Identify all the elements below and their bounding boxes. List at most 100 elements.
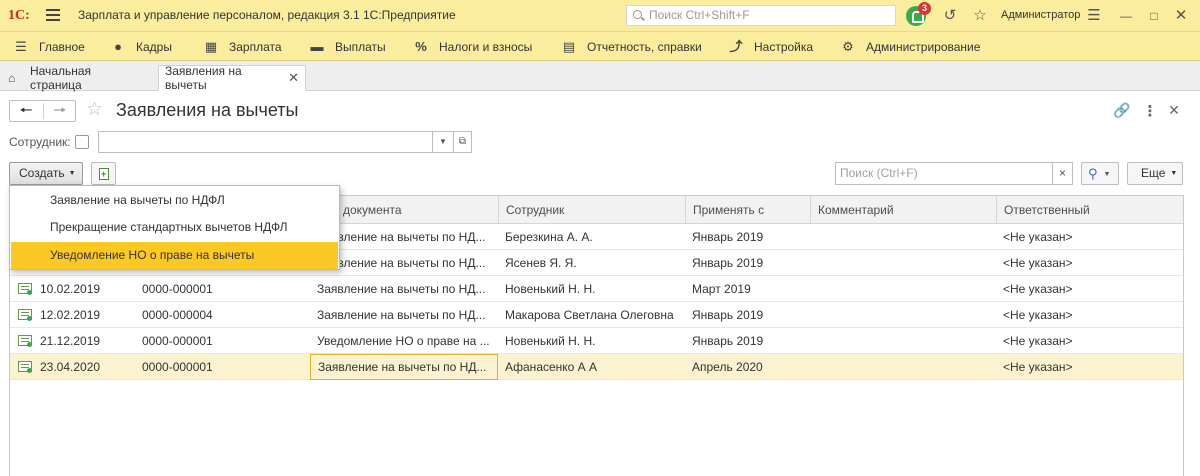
add-to-favorites-icon[interactable]: ☆ bbox=[86, 99, 103, 121]
people-icon: ● bbox=[114, 38, 122, 54]
column-header-label: документа bbox=[343, 203, 402, 217]
employee-dropdown-icon[interactable]: ▼ bbox=[432, 131, 454, 153]
menu-item-tax-office-notification[interactable]: Уведомление НО о праве на вычеты bbox=[11, 242, 338, 269]
employee-filter-checkbox[interactable] bbox=[75, 135, 89, 149]
minimize-icon[interactable]: — bbox=[1117, 7, 1135, 25]
cell-apply-from: Январь 2019 bbox=[692, 334, 764, 348]
copy-button[interactable]: + bbox=[91, 162, 116, 185]
create-dropdown-menu: Заявление на вычеты по НДФЛ Прекращение … bbox=[9, 185, 340, 270]
menu-item-stop-standard-deductions[interactable]: Прекращение стандартных вычетов НДФЛ bbox=[11, 214, 338, 241]
cell-responsible: <Не указан> bbox=[1003, 308, 1073, 322]
menu-item-admin[interactable]: ⚙ Администрирование bbox=[840, 32, 980, 61]
employee-open-icon[interactable]: ⧉ bbox=[453, 131, 472, 153]
tab-home[interactable]: ⌂ Начальная страница bbox=[2, 64, 152, 92]
sections-menu-bar: ☰ Главное ● Кадры ▦ Зарплата ▬ Выплаты %… bbox=[0, 32, 1200, 61]
cell-doc-type: Заявление на вычеты по НД... bbox=[317, 308, 486, 322]
cell-comment bbox=[810, 302, 996, 328]
tab-deduction-applications[interactable]: Заявления на вычеты ✕ bbox=[158, 64, 306, 92]
favorites-star-icon[interactable]: ☆ bbox=[971, 7, 989, 25]
app-title: Зарплата и управление персоналом, редакц… bbox=[78, 8, 456, 22]
cell-number: 0000-000001 bbox=[142, 360, 213, 374]
open-windows-tabs: ⌂ Начальная страница Заявления на вычеты… bbox=[0, 61, 1200, 92]
menu-item-label: Зарплата bbox=[229, 39, 282, 54]
employee-filter-label: Сотрудник: bbox=[9, 135, 71, 149]
wrench-icon: ⤴ bbox=[729, 38, 743, 54]
column-header-apply-from[interactable]: Применять с bbox=[685, 196, 810, 224]
gear-icon: ⚙ bbox=[842, 38, 854, 54]
menu-item-label: Главное bbox=[39, 39, 85, 54]
table-row-selected[interactable]: 23.04.2020 0000-000001 Заявление на выче… bbox=[10, 354, 1183, 380]
table-row[interactable]: 12.02.2019 0000-000004 Заявление на выче… bbox=[10, 302, 1183, 328]
menu-item-taxes[interactable]: % Налоги и взносы bbox=[413, 32, 532, 61]
more-button[interactable]: Еще ▼ bbox=[1127, 162, 1183, 185]
search-icon: ⚲ bbox=[1088, 166, 1098, 181]
cell-responsible: <Не указан> bbox=[1003, 282, 1073, 296]
close-tab-icon[interactable]: ✕ bbox=[288, 70, 299, 86]
employee-filter-input[interactable] bbox=[98, 131, 453, 153]
back-arrow-icon[interactable]: 🠔 bbox=[10, 102, 42, 120]
menu-item-salary[interactable]: ▦ Зарплата bbox=[203, 32, 282, 61]
table-row[interactable]: 10.02.2019 0000-000001 Заявление на выче… bbox=[10, 276, 1183, 302]
history-navigation: 🠔 🠖 bbox=[9, 100, 76, 122]
cell-date: 21.12.2019 bbox=[40, 334, 101, 348]
column-header-responsible[interactable]: Ответственный bbox=[996, 196, 1183, 224]
cell-date: 10.02.2019 bbox=[40, 282, 101, 296]
menu-item-staff[interactable]: ● Кадры bbox=[110, 32, 172, 61]
menu-item-label: Налоги и взносы bbox=[439, 39, 533, 54]
menu-item-label: Администрирование bbox=[866, 39, 981, 54]
cell-doc-type-focused[interactable]: Заявление на вычеты по НД... bbox=[310, 354, 498, 380]
maximize-icon[interactable]: □ bbox=[1145, 7, 1163, 25]
chevron-down-icon: ▼ bbox=[68, 170, 76, 177]
menu-item-settings[interactable]: ⤴ Настройка bbox=[728, 32, 813, 61]
plus-icon: + bbox=[101, 169, 107, 179]
cell-number: 0000-000001 bbox=[142, 282, 213, 296]
wallet-icon: ▬ bbox=[310, 38, 324, 54]
table-row[interactable]: 21.12.2019 0000-000001 Уведомление НО о … bbox=[10, 328, 1183, 354]
title-bar: 1С: Зарплата и управление персоналом, ре… bbox=[0, 0, 1200, 32]
menu-item-label: Выплаты bbox=[335, 39, 386, 54]
list-search-input[interactable]: Поиск (Ctrl+F) bbox=[835, 162, 1053, 185]
cell-employee: Новенький Н. Н. bbox=[505, 334, 596, 348]
search-button[interactable]: ⚲ ▼ bbox=[1081, 162, 1119, 185]
clear-search-icon[interactable]: × bbox=[1052, 162, 1073, 185]
history-icon[interactable]: ↺ bbox=[941, 7, 959, 25]
create-button-label: Создать bbox=[19, 166, 65, 180]
more-button-label: Еще bbox=[1141, 166, 1166, 180]
reports-icon: ▤ bbox=[562, 38, 576, 54]
menu-item-reports[interactable]: ▤ Отчетность, справки bbox=[561, 32, 702, 61]
cell-doc-type: Заявление на вычеты по НД... bbox=[317, 282, 486, 296]
close-window-icon[interactable]: ✕ bbox=[1172, 7, 1190, 25]
cell-apply-from: Январь 2019 bbox=[692, 256, 764, 270]
menu-item-main[interactable]: ☰ Главное bbox=[13, 32, 85, 61]
cell-employee: Афанасенко А А bbox=[505, 360, 598, 374]
cell-comment bbox=[810, 276, 996, 302]
cell-apply-from: Январь 2019 bbox=[692, 230, 764, 244]
user-name[interactable]: Администратор bbox=[1001, 9, 1080, 21]
cell-employee: Новенький Н. Н. bbox=[505, 282, 596, 296]
more-actions-icon[interactable]: ⋮ bbox=[1142, 102, 1158, 120]
cell-responsible: <Не указан> bbox=[1003, 360, 1073, 374]
chevron-down-icon: ▼ bbox=[1103, 171, 1111, 178]
app-logo: 1С: bbox=[8, 8, 30, 23]
cell-apply-from: Март 2019 bbox=[692, 282, 751, 296]
settings-menu-icon[interactable]: ☰ bbox=[1085, 7, 1103, 25]
page-title: Заявления на вычеты bbox=[116, 100, 299, 120]
cell-doc-type: Уведомление НО о праве на ... bbox=[317, 334, 490, 348]
create-button[interactable]: Создать ▼ bbox=[9, 162, 83, 185]
column-header-comment[interactable]: Комментарий bbox=[810, 196, 996, 224]
column-header-employee[interactable]: Сотрудник bbox=[498, 196, 685, 224]
menu-item-label: Настройка bbox=[754, 39, 814, 54]
global-search-input[interactable]: Поиск Ctrl+Shift+F bbox=[626, 5, 896, 26]
global-search-placeholder: Поиск Ctrl+Shift+F bbox=[649, 8, 750, 22]
close-form-icon[interactable]: ✕ bbox=[1166, 102, 1182, 119]
cell-employee: Березкина А. А. bbox=[505, 230, 593, 244]
cell-apply-from: Январь 2019 bbox=[692, 308, 764, 322]
link-icon[interactable]: 🔗 bbox=[1113, 102, 1130, 119]
menu-item-payments[interactable]: ▬ Выплаты bbox=[309, 32, 386, 61]
menu-item-ndfl-deduction-application[interactable]: Заявление на вычеты по НДФЛ bbox=[11, 187, 338, 214]
cell-number: 0000-000001 bbox=[142, 334, 213, 348]
cell-comment bbox=[810, 224, 996, 250]
hamburger-icon: ☰ bbox=[15, 38, 27, 54]
forward-arrow-icon[interactable]: 🠖 bbox=[44, 102, 76, 120]
main-menu-icon[interactable] bbox=[46, 9, 60, 21]
